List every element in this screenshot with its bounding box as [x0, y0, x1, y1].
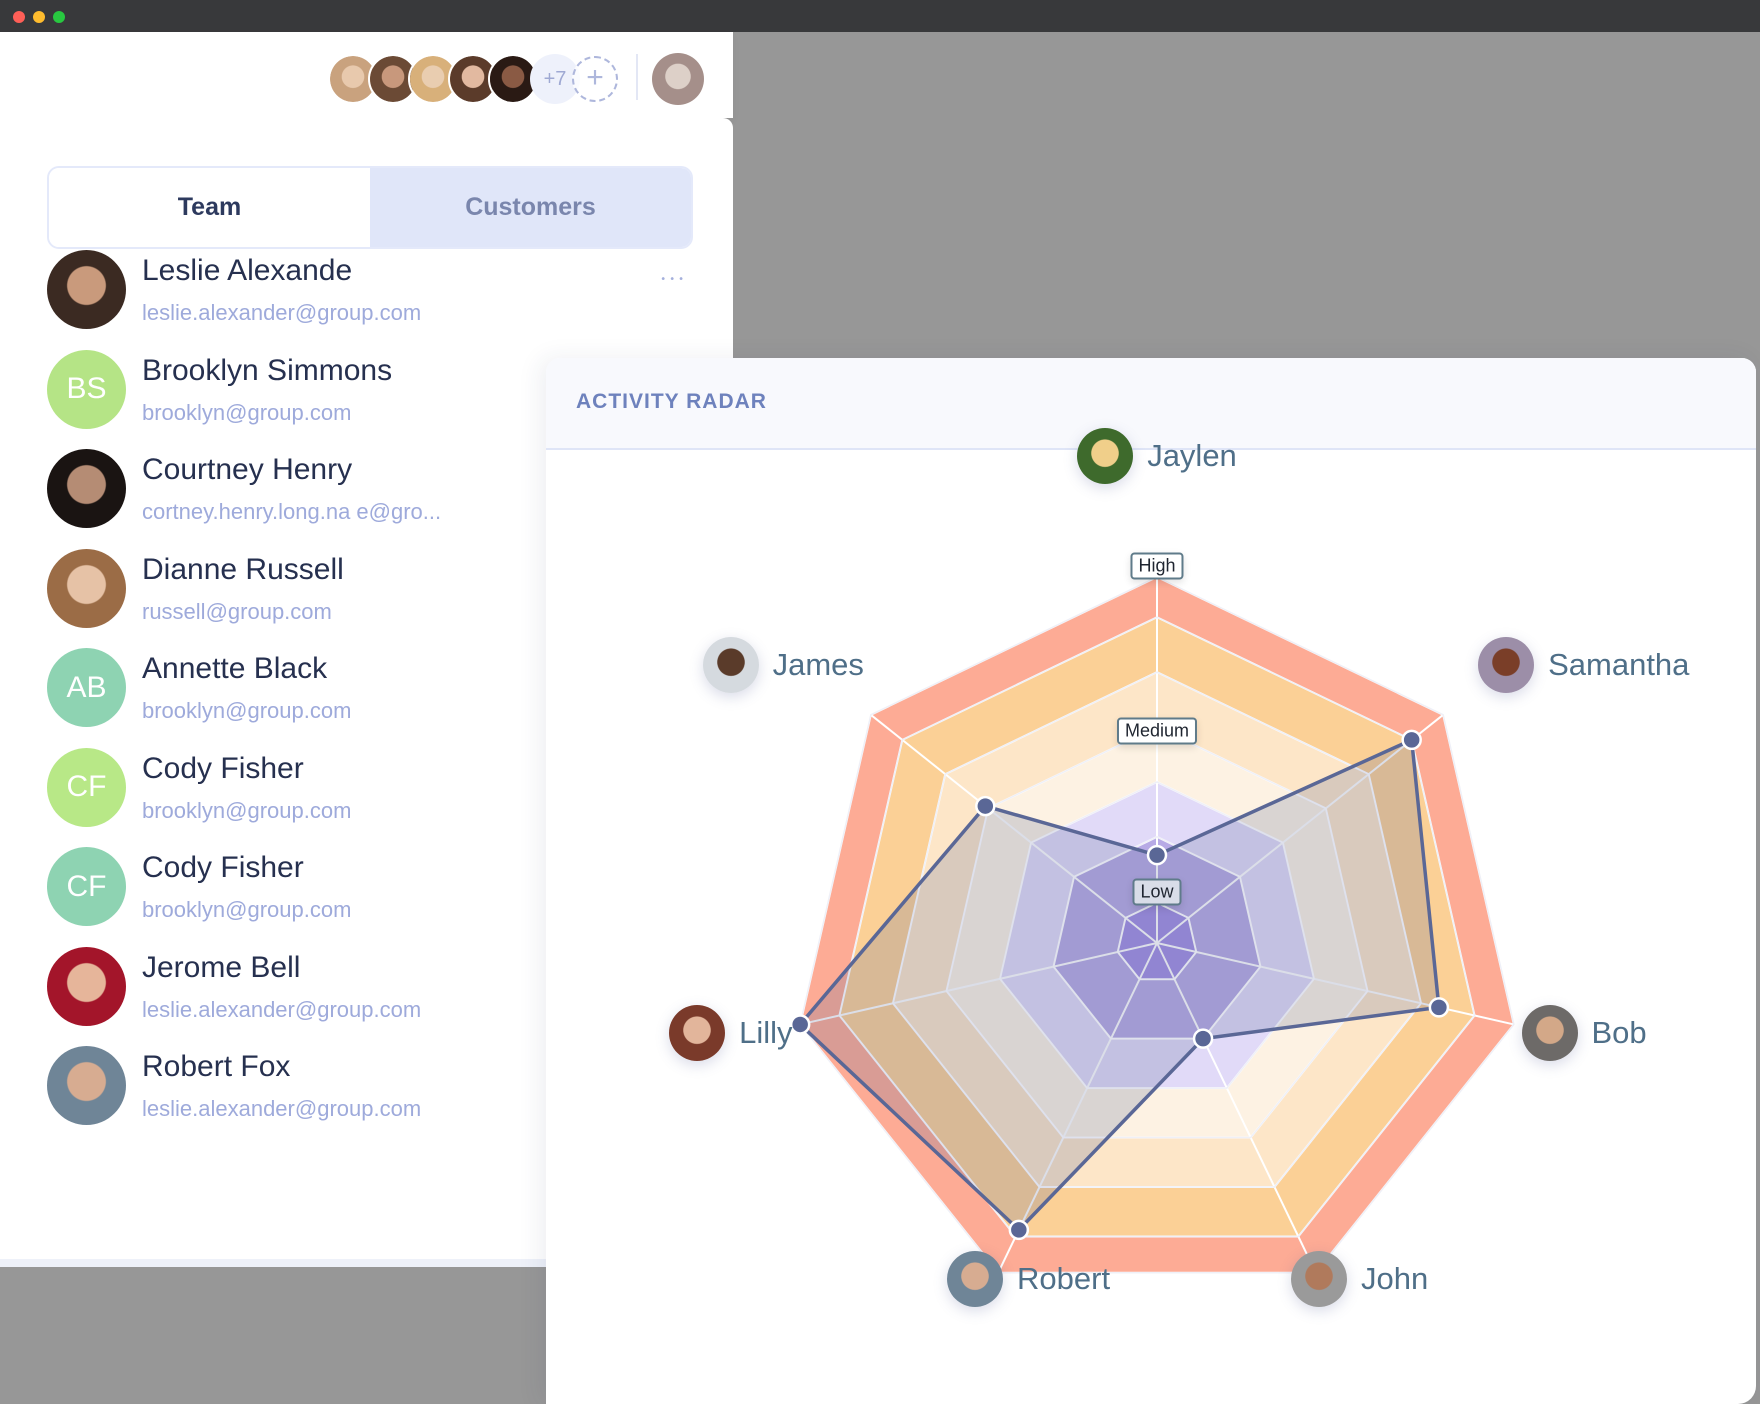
radar-data-point[interactable]: [1192, 1028, 1214, 1049]
axis-label-bob[interactable]: Bob: [1521, 1004, 1647, 1061]
axis-name: Samantha: [1548, 646, 1690, 682]
axis-name: John: [1360, 1261, 1429, 1297]
person-name: Courtney Henry: [142, 453, 353, 486]
person-email: cortney.henry.long.na e@gro...: [142, 499, 442, 524]
person-name: Cody Fisher: [142, 851, 304, 884]
axis-name: James: [772, 646, 864, 682]
person-name: Annette Black: [142, 652, 328, 685]
radar-data-point[interactable]: [1146, 844, 1168, 866]
axis-name: Robert: [1017, 1261, 1111, 1297]
axis-label-lilly[interactable]: Lilly: [669, 1004, 793, 1061]
person-name: Dianne Russell: [142, 552, 344, 586]
minimize-window-button[interactable]: [33, 11, 45, 23]
person-name: Robert Fox: [142, 1050, 291, 1083]
axis-avatar: [669, 1004, 726, 1061]
level-label-medium: Medium: [1116, 717, 1198, 745]
avatar: [47, 250, 126, 329]
axis-avatar: [1521, 1004, 1578, 1061]
axis-name: Jaylen: [1147, 438, 1237, 474]
avatar: [47, 946, 126, 1026]
radar-data-point[interactable]: [1008, 1219, 1030, 1241]
level-label-low: Low: [1132, 878, 1182, 906]
segmented-tabs: Team Customers: [47, 166, 693, 249]
initials-avatar: BS: [47, 349, 126, 429]
avatar: [47, 1046, 126, 1125]
axis-avatar: [1290, 1251, 1347, 1308]
axis-avatar: [947, 1251, 1004, 1308]
window-titlebar: [0, 0, 1760, 32]
top-bar: +7 +: [0, 32, 733, 118]
person-name: Cody Fisher: [142, 751, 304, 785]
person-email: brooklyn@group.com: [142, 698, 352, 723]
activity-radar-card: ACTIVITY RADAR Low Medium High Jaylen Samant…: [546, 358, 1756, 1404]
person-email: leslie.alexander@group.com: [142, 1096, 422, 1121]
radar-data-point[interactable]: [1401, 729, 1422, 751]
person-email: brooklyn@group.com: [142, 399, 352, 425]
person-name: Jerome Bell: [142, 950, 301, 984]
axis-avatar: [702, 636, 759, 693]
person-name: Leslie Alexande: [142, 254, 353, 287]
current-user-avatar[interactable]: [652, 53, 704, 105]
axis-label-samantha[interactable]: Samantha: [1478, 636, 1690, 693]
add-member-button[interactable]: +: [572, 56, 618, 102]
radar-data-point[interactable]: [1428, 997, 1450, 1018]
axis-name: Bob: [1591, 1014, 1647, 1050]
person-email: brooklyn@group.com: [142, 897, 352, 922]
tab-customers[interactable]: Customers: [370, 168, 691, 247]
axis-name: Lilly: [739, 1014, 793, 1050]
radar-data-point[interactable]: [975, 795, 996, 817]
person-list-item[interactable]: Leslie Alexande leslie.alexander@group.co…: [47, 250, 687, 330]
more-options-icon[interactable]: •••: [660, 274, 687, 285]
axis-label-jaylen[interactable]: Jaylen: [1077, 428, 1237, 485]
axis-label-james[interactable]: James: [702, 636, 864, 693]
person-email: leslie.alexander@group.com: [142, 300, 422, 325]
close-window-button[interactable]: [13, 11, 25, 23]
avatar: [47, 548, 126, 628]
person-email: leslie.alexander@group.com: [142, 996, 422, 1022]
initials-avatar: CF: [47, 747, 126, 827]
initials-avatar: CF: [47, 847, 126, 926]
initials-avatar: AB: [47, 648, 126, 727]
person-email: russell@group.com: [142, 598, 332, 624]
level-label-high: High: [1130, 552, 1184, 580]
radar-data-point[interactable]: [789, 1014, 811, 1035]
maximize-window-button[interactable]: [53, 11, 65, 23]
tab-team[interactable]: Team: [49, 168, 370, 247]
avatar: [47, 449, 126, 528]
axis-label-john[interactable]: John: [1290, 1251, 1429, 1308]
axis-avatar: [1077, 428, 1134, 485]
person-name: Brooklyn Simmons: [142, 353, 393, 387]
axis-avatar: [1478, 636, 1535, 693]
person-email: brooklyn@group.com: [142, 797, 352, 823]
divider: [636, 54, 638, 100]
axis-label-robert[interactable]: Robert: [947, 1251, 1111, 1308]
